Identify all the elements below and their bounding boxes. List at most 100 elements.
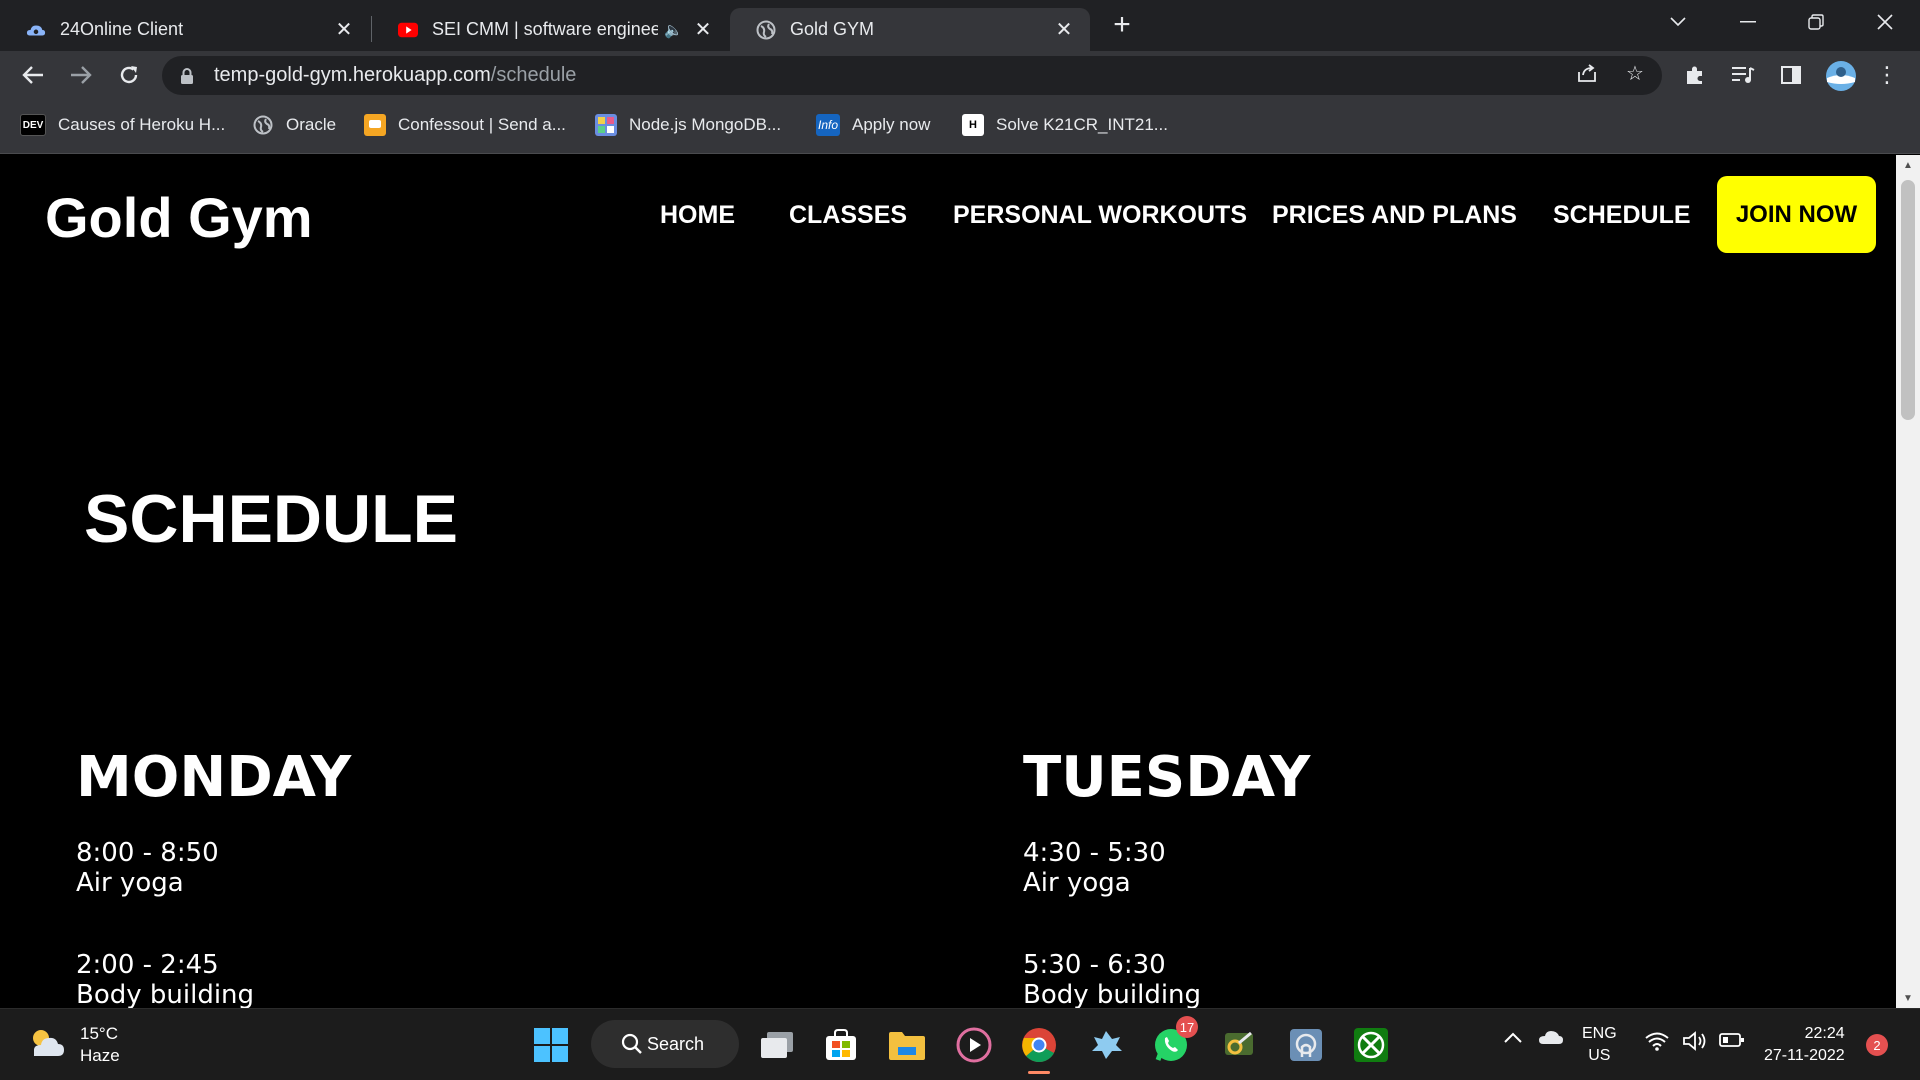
start-windows-icon[interactable] bbox=[528, 1022, 574, 1068]
bookmark-label: Oracle bbox=[286, 115, 337, 134]
xbox-icon[interactable] bbox=[1348, 1022, 1394, 1068]
restore-icon[interactable] bbox=[1793, 4, 1839, 40]
bookmark-nodejs[interactable]: Node.js MongoDB... bbox=[595, 112, 781, 138]
speaker-icon[interactable]: 🔈 bbox=[664, 21, 683, 39]
menu-kebab-icon[interactable]: ⋮ bbox=[1873, 61, 1901, 89]
hackerrank-icon: H bbox=[962, 114, 984, 136]
tab-title: Gold GYM bbox=[790, 19, 875, 39]
forward-icon[interactable] bbox=[63, 57, 99, 93]
whatsapp-icon[interactable]: 17 bbox=[1148, 1016, 1198, 1068]
schedule-session: 4:30 - 5:30 Air yoga bbox=[1023, 838, 1310, 898]
close-window-icon[interactable] bbox=[1862, 4, 1908, 40]
tab-gold-gym[interactable]: Gold GYM ✕ bbox=[730, 8, 1090, 51]
taskbar-search[interactable]: Search bbox=[591, 1020, 739, 1068]
day-tuesday: TUESDAY 4:30 - 5:30 Air yoga 5:30 - 6:30… bbox=[1023, 745, 1310, 1008]
bookmarks-bar: DEV Causes of Heroku H... Oracle Confess… bbox=[0, 99, 1920, 154]
lang-line2: US bbox=[1588, 1047, 1611, 1064]
file-explorer-icon[interactable] bbox=[884, 1022, 930, 1068]
tab-strip: 24Online Client ✕ SEI CMM | software eng… bbox=[0, 0, 1920, 51]
language-indicator[interactable]: ENG US bbox=[1582, 1023, 1617, 1067]
session-time: 5:30 - 6:30 bbox=[1023, 950, 1166, 980]
nav-classes[interactable]: CLASSES bbox=[789, 201, 907, 230]
remote-desktop-icon[interactable] bbox=[1283, 1022, 1329, 1068]
session-time: 8:00 - 8:50 bbox=[76, 838, 219, 868]
wifi-icon[interactable] bbox=[1645, 1031, 1669, 1058]
lang-line1: ENG bbox=[1582, 1025, 1617, 1042]
whatsapp-unread-badge: 17 bbox=[1176, 1016, 1198, 1038]
globe-icon bbox=[756, 20, 776, 40]
weather-condition: Haze bbox=[80, 1046, 120, 1065]
chevron-up-icon[interactable] bbox=[1503, 1029, 1523, 1051]
onedrive-cloud-icon[interactable] bbox=[1538, 1029, 1564, 1052]
day-monday: MONDAY 8:00 - 8:50 Air yoga 2:00 - 2:45 … bbox=[76, 745, 351, 1008]
image-thumb-icon bbox=[595, 114, 617, 136]
chrome-icon[interactable] bbox=[1016, 1022, 1062, 1074]
scrollbar-thumb[interactable] bbox=[1901, 180, 1915, 420]
youtube-icon bbox=[398, 20, 418, 40]
side-panel-icon[interactable] bbox=[1777, 61, 1805, 89]
site-logo[interactable]: Gold Gym bbox=[45, 185, 313, 250]
scroll-up-icon[interactable]: ▲ bbox=[1896, 155, 1920, 175]
page-title: SCHEDULE bbox=[84, 481, 459, 557]
minimize-icon[interactable] bbox=[1725, 4, 1771, 40]
tab-title: SEI CMM | software engineer bbox=[432, 19, 659, 39]
bookmark-confessout[interactable]: Confessout | Send a... bbox=[364, 112, 566, 138]
session-class: Air yoga bbox=[76, 868, 184, 898]
task-view-icon[interactable] bbox=[754, 1022, 800, 1068]
nav-personal-workouts[interactable]: PERSONAL WORKOUTS bbox=[953, 201, 1247, 230]
bookmark-star-icon[interactable]: ☆ bbox=[1623, 61, 1647, 85]
reload-icon[interactable] bbox=[111, 57, 147, 93]
page-scrollbar[interactable]: ▲ ▼ bbox=[1896, 155, 1920, 1008]
extensions-icon[interactable] bbox=[1681, 61, 1709, 89]
windows-taskbar: 15°C Haze Search 17 ENG US 22:24 27-11-2… bbox=[0, 1008, 1920, 1080]
close-tab-icon[interactable]: ✕ bbox=[689, 16, 717, 44]
session-class: Body building bbox=[1023, 980, 1202, 1008]
bookmark-apply-now[interactable]: Info Apply now bbox=[816, 112, 930, 138]
back-icon[interactable] bbox=[15, 57, 51, 93]
microsoft-store-icon[interactable] bbox=[818, 1022, 864, 1068]
bookmark-hackerrank[interactable]: H Solve K21CR_INT21... bbox=[962, 112, 1168, 138]
tab-youtube[interactable]: SEI CMM | software engineer 🔈 ✕ bbox=[372, 8, 729, 51]
volume-icon[interactable] bbox=[1683, 1031, 1709, 1058]
weather-temp: 15°C bbox=[80, 1024, 118, 1043]
tab-24online[interactable]: 24Online Client ✕ bbox=[0, 8, 370, 51]
day-heading: MONDAY bbox=[76, 745, 352, 810]
page-viewport: Gold Gym HOME CLASSES PERSONAL WORKOUTS … bbox=[0, 155, 1896, 1008]
address-bar[interactable]: temp-gold-gym.herokuapp.com/schedule bbox=[162, 56, 1662, 95]
bookmark-label: Node.js MongoDB... bbox=[629, 115, 782, 134]
nav-schedule[interactable]: SCHEDULE bbox=[1553, 201, 1691, 230]
close-tab-icon[interactable]: ✕ bbox=[1050, 16, 1078, 44]
weather-widget[interactable]: 15°C Haze bbox=[26, 1023, 120, 1067]
close-tab-icon[interactable]: ✕ bbox=[330, 16, 358, 44]
share-icon[interactable] bbox=[1575, 61, 1599, 85]
media-player-icon[interactable] bbox=[951, 1022, 997, 1068]
nav-prices-and-plans[interactable]: PRICES AND PLANS bbox=[1272, 201, 1517, 230]
clock-time: 22:24 bbox=[1804, 1025, 1845, 1042]
schedule-session: 8:00 - 8:50 Air yoga bbox=[76, 838, 351, 898]
game-app-icon[interactable] bbox=[1083, 1022, 1129, 1068]
tab-search-icon[interactable] bbox=[1655, 4, 1701, 40]
globe-icon bbox=[252, 114, 274, 136]
scroll-down-icon[interactable]: ▼ bbox=[1896, 988, 1920, 1008]
new-tab-button[interactable]: + bbox=[1105, 8, 1139, 42]
url-path: /schedule bbox=[490, 64, 577, 86]
join-now-button[interactable]: JOIN NOW bbox=[1717, 176, 1876, 253]
lock-icon[interactable] bbox=[180, 67, 194, 84]
session-class: Air yoga bbox=[1023, 868, 1131, 898]
info-logo-icon: Info bbox=[816, 114, 840, 136]
snipping-tool-icon[interactable] bbox=[1216, 1022, 1262, 1068]
nav-home[interactable]: HOME bbox=[660, 201, 735, 230]
bookmark-oracle[interactable]: Oracle bbox=[252, 112, 336, 138]
bookmark-label: Apply now bbox=[852, 115, 931, 134]
clock[interactable]: 22:24 27-11-2022 bbox=[1764, 1023, 1845, 1067]
bookmark-heroku[interactable]: DEV Causes of Heroku H... bbox=[20, 112, 225, 138]
tab-title: 24Online Client bbox=[60, 19, 184, 39]
notification-badge[interactable]: 2 bbox=[1866, 1034, 1888, 1056]
profile-avatar[interactable] bbox=[1824, 59, 1858, 93]
battery-icon[interactable] bbox=[1719, 1032, 1745, 1055]
clock-date: 27-11-2022 bbox=[1764, 1047, 1845, 1064]
schedule-session: 5:30 - 6:30 Body building bbox=[1023, 950, 1310, 1008]
media-control-icon[interactable] bbox=[1729, 61, 1757, 89]
search-icon bbox=[621, 1033, 643, 1060]
session-time: 4:30 - 5:30 bbox=[1023, 838, 1166, 868]
